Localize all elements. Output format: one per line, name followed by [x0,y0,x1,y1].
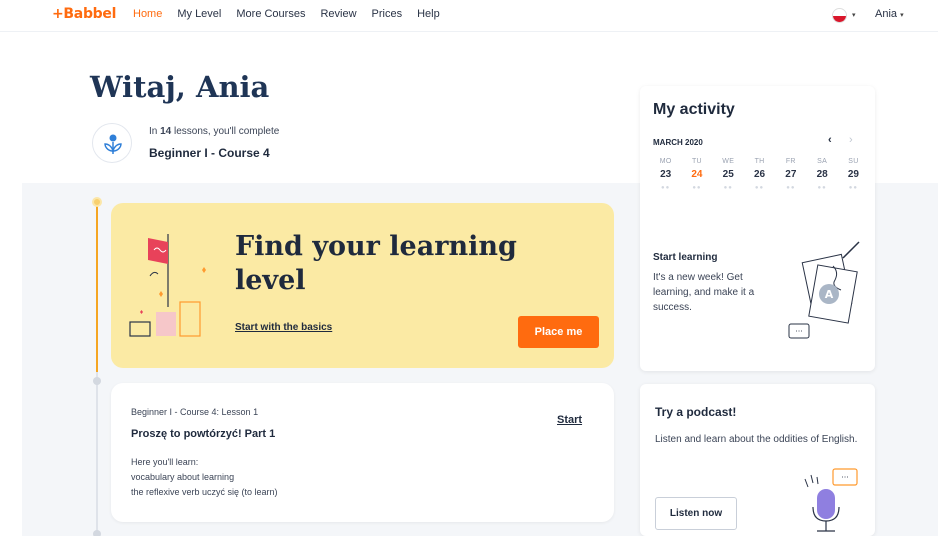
papers-illustration: A ··· [788,241,860,339]
current-course: Beginner I - Course 4 [149,146,270,160]
listen-now-button[interactable]: Listen now [655,497,737,530]
calendar-day: TH 26 ●● [753,158,766,191]
place-me-button[interactable]: Place me [518,316,599,348]
nav-home[interactable]: Home [133,8,162,20]
user-menu[interactable]: Ania ▾ [875,8,904,20]
lesson-timeline [96,200,98,536]
calendar-week: MO 23 ●● TU 24 ●● WE 25 ●● TH 26 ●● FR 27 ●● SA 28 ●… [650,158,869,191]
course-flower-icon [92,123,132,163]
nav-help[interactable]: Help [417,8,440,20]
activity-title: My activity [653,101,735,118]
start-learning-title: Start learning [653,252,718,263]
find-level-title: Find your learning level [235,231,517,296]
calendar-day: MO 23 ●● [659,158,672,191]
nav-more-courses[interactable]: More Courses [236,8,305,20]
chevron-down-icon[interactable]: ▾ [852,11,856,19]
lesson-card [111,383,614,522]
podcast-text: Listen and learn about the oddities of E… [655,434,858,445]
polish-flag-icon[interactable] [832,8,847,23]
start-learning-text: It's a new week! Get learning, and make … [653,272,755,313]
lessons-count: 14 [160,126,172,137]
start-basics-link[interactable]: Start with the basics [235,322,332,333]
svg-text:···: ··· [841,473,849,482]
learn-heading: Here you'll learn: [131,457,199,467]
timeline-dot [93,377,101,385]
podcast-title: Try a podcast! [655,405,737,419]
learn-item: the reflexive verb uczyć się (to learn) [131,487,278,497]
user-name: Ania [875,8,898,20]
calendar-day: FR 27 ●● [785,158,797,191]
calendar-day: TU 24 ●● [691,158,703,191]
lesson-course-label: Beginner I - Course 4: Lesson 1 [131,407,259,417]
calendar-month: MARCH 2020 [653,138,703,147]
calendar-prev-icon[interactable]: ‹ [828,134,832,146]
learn-item: vocabulary about learning [131,472,235,482]
calendar-day: WE 25 ●● [722,158,735,191]
nav-prices[interactable]: Prices [372,8,403,20]
microphone-illustration: ··· [804,468,858,532]
nav-my-level[interactable]: My Level [177,8,221,20]
flag-podium-illustration [129,234,206,337]
page-title: Witaj, Ania [90,70,270,104]
lessons-remaining: In 14 lessons, you'll complete [149,126,280,137]
chevron-down-icon: ▾ [900,12,904,19]
calendar-day: SA 28 ●● [816,158,828,191]
calendar-next-icon[interactable]: › [849,134,853,146]
timeline-dot [93,530,101,536]
svg-text:···: ··· [795,327,803,336]
lesson-learn-list: Here you'll learn: vocabulary about lear… [131,455,278,500]
nav-review[interactable]: Review [320,8,356,20]
lesson-title: Proszę to powtórzyć! Part 1 [131,428,276,440]
start-lesson-link[interactable]: Start [557,414,582,426]
top-nav: +Babbel Home My Level More Courses Revie… [0,0,938,32]
babbel-logo[interactable]: +Babbel [52,6,116,22]
timeline-dot-active [92,197,102,207]
nav-links: Home My Level More Courses Review Prices… [133,8,440,20]
svg-text:A: A [825,288,834,301]
calendar-day: SU 29 ●● [847,158,859,191]
